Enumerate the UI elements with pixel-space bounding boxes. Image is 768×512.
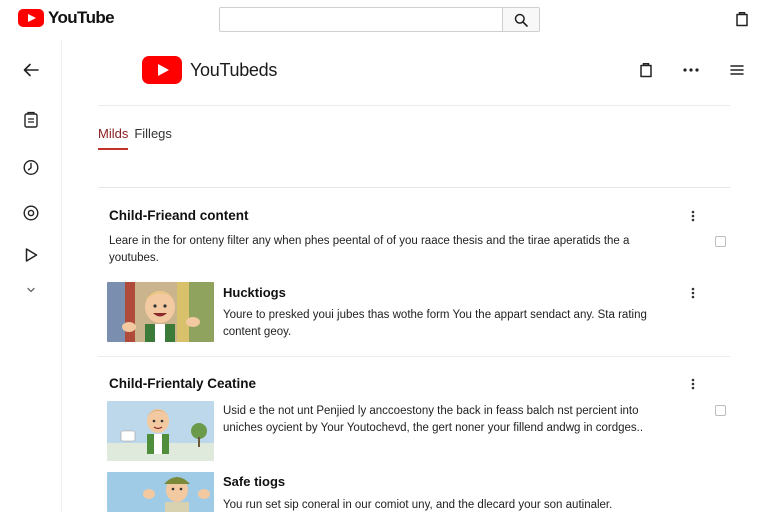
section-checkbox[interactable]: [715, 236, 726, 247]
tab-milds[interactable]: Milds: [98, 124, 129, 150]
left-sidebar: [0, 40, 62, 512]
back-button[interactable]: [21, 60, 41, 80]
tab-fillegs[interactable]: Fillegs: [134, 124, 172, 150]
menu-button[interactable]: [727, 60, 747, 80]
search-bar: [219, 7, 540, 32]
more-options-button[interactable]: [681, 60, 701, 80]
youtube-logo-icon: [18, 9, 44, 27]
section-more-button[interactable]: [688, 377, 698, 391]
item-description: You run set sip coneral in our comiot un…: [223, 499, 613, 511]
item-thumbnail[interactable]: [107, 472, 214, 512]
item-title[interactable]: Hucktiogs: [223, 285, 286, 300]
sidebar-item-history[interactable]: [21, 157, 41, 177]
item-thumbnail[interactable]: [107, 282, 214, 342]
section-description: Leare in the for onteny filter any when …: [109, 235, 630, 264]
more-horizontal-icon: [683, 68, 699, 72]
item-thumbnail[interactable]: [107, 401, 214, 461]
play-icon: [25, 248, 38, 262]
search-icon: [514, 13, 528, 27]
item-more-button[interactable]: [688, 286, 698, 300]
youtube-logo[interactable]: YouTube: [18, 8, 115, 28]
back-arrow-icon: [23, 63, 39, 77]
section-title: Child-Frientaly Ceatine: [109, 376, 257, 391]
library-icon: [24, 111, 38, 128]
search-input[interactable]: [220, 8, 502, 31]
item-description: Youre to presked youi jubes thas wothe f…: [223, 309, 647, 338]
history-icon: [23, 159, 39, 176]
clipboard-icon: [736, 12, 748, 27]
tab-divider: [98, 187, 730, 188]
channel-logo-icon: [142, 56, 182, 84]
section-checkbox[interactable]: [715, 405, 726, 416]
sidebar-item-library[interactable]: [21, 110, 41, 130]
section-title: Child-Frieand content: [109, 208, 249, 223]
clipboard-button[interactable]: [732, 9, 752, 29]
search-button[interactable]: [502, 8, 539, 31]
top-bar: YouTube: [0, 0, 768, 40]
chevron-down-icon: [27, 287, 35, 293]
menu-icon: [730, 65, 744, 75]
more-vertical-icon: [691, 210, 695, 222]
more-vertical-icon: [691, 287, 695, 299]
channel-title: YouTubeds: [190, 60, 278, 80]
section-more-button[interactable]: [688, 209, 698, 223]
tab-bar: Milds Fillegs: [98, 124, 172, 150]
more-vertical-icon: [691, 378, 695, 390]
section-description: Usid e the not unt Penjied ly anccoeston…: [223, 405, 644, 434]
settings-icon: [23, 205, 39, 221]
sidebar-expand-button[interactable]: [21, 280, 41, 300]
channel-header: YouTubeds: [98, 48, 744, 106]
clipboard-button[interactable]: [636, 60, 656, 80]
sidebar-item-play[interactable]: [21, 245, 41, 265]
section-divider: [98, 356, 730, 357]
child-thumbnail-image: [107, 472, 214, 512]
child-thumbnail-image: [107, 401, 214, 461]
sidebar-item-settings[interactable]: [21, 203, 41, 223]
logo-text: YouTube: [48, 8, 115, 27]
child-thumbnail-image: [107, 282, 214, 342]
item-title[interactable]: Safe tiogs: [223, 474, 285, 489]
clipboard-icon: [640, 63, 652, 78]
